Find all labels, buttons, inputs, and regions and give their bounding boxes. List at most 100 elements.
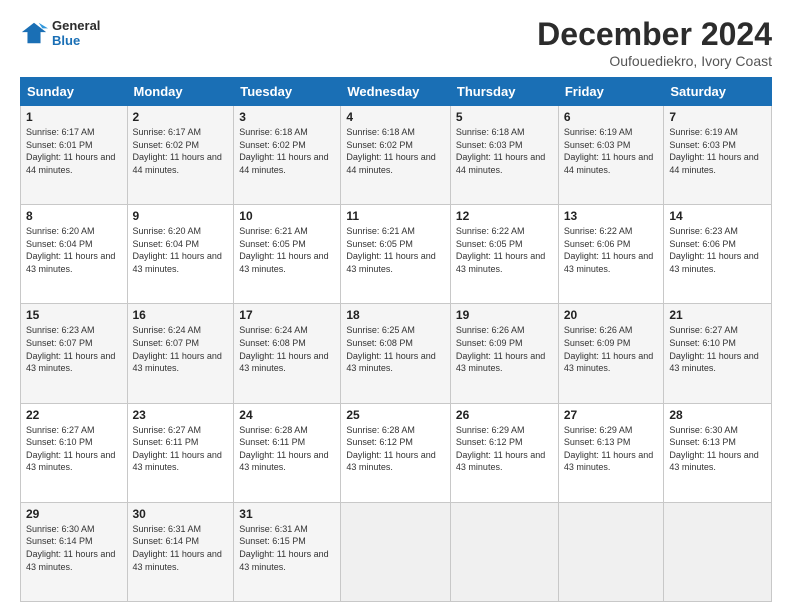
calendar-cell: 8Sunrise: 6:20 AMSunset: 6:04 PMDaylight… bbox=[21, 205, 128, 304]
day-number: 27 bbox=[564, 408, 659, 422]
calendar-cell: 25 Sunrise: 6:28 AMSunset: 6:12 PMDayligh… bbox=[341, 403, 451, 502]
calendar-cell: 31 Sunrise: 6:31 AMSunset: 6:15 PMDayligh… bbox=[234, 502, 341, 601]
calendar-cell: 22 Sunrise: 6:27 AMSunset: 6:10 PMDayligh… bbox=[21, 403, 128, 502]
calendar-cell: 20 Sunrise: 6:26 AMSunset: 6:09 PMDayligh… bbox=[558, 304, 664, 403]
calendar-cell: 4 Sunrise: 6:18 AMSunset: 6:02 PMDaylight… bbox=[341, 106, 451, 205]
week-row-2: 8 Sunrise: 6:20 AMSunset: 6:04 PMDaylight… bbox=[21, 205, 772, 304]
calendar-cell: 7Sunrise: 6:19 AMSunset: 6:03 PMDaylight… bbox=[664, 106, 772, 205]
calendar-cell: 30 Sunrise: 6:31 AMSunset: 6:14 PMDayligh… bbox=[127, 502, 234, 601]
day-number: 31 bbox=[239, 507, 335, 521]
day-number: 10 bbox=[239, 209, 335, 223]
month-title: December 2024 bbox=[537, 18, 772, 50]
day-number: 11 bbox=[346, 209, 445, 223]
calendar-cell: 24 Sunrise: 6:28 AMSunset: 6:11 PMDayligh… bbox=[234, 403, 341, 502]
day-number: 18 bbox=[346, 308, 445, 322]
location: Oufouediekro, Ivory Coast bbox=[537, 53, 772, 69]
top-section: General Blue December 2024 Oufouediekro,… bbox=[20, 18, 772, 69]
calendar-cell: 23 Sunrise: 6:27 AMSunset: 6:11 PMDayligh… bbox=[127, 403, 234, 502]
day-info: Sunrise: 6:31 AMSunset: 6:14 PMDaylight:… bbox=[133, 523, 229, 573]
day-info: Sunrise: 6:20 AMSunset: 6:04 PMDaylight:… bbox=[133, 225, 229, 275]
day-info: Sunrise: 6:27 AMSunset: 6:11 PMDaylight:… bbox=[133, 424, 229, 474]
calendar-cell: 10 Sunrise: 6:21 AMSunset: 6:05 PMDayligh… bbox=[234, 205, 341, 304]
calendar-cell: 19Sunrise: 6:26 AMSunset: 6:09 PMDayligh… bbox=[450, 304, 558, 403]
day-info: Sunrise: 6:22 AMSunset: 6:05 PMDaylight:… bbox=[456, 225, 553, 275]
day-number: 17 bbox=[239, 308, 335, 322]
calendar-cell: 6 Sunrise: 6:19 AMSunset: 6:03 PMDaylight… bbox=[558, 106, 664, 205]
calendar-cell: 12 Sunrise: 6:22 AMSunset: 6:05 PMDayligh… bbox=[450, 205, 558, 304]
logo-text: General Blue bbox=[52, 18, 100, 48]
header-monday: Monday bbox=[127, 78, 234, 106]
calendar-cell bbox=[450, 502, 558, 601]
title-section: December 2024 Oufouediekro, Ivory Coast bbox=[537, 18, 772, 69]
calendar-cell: 15 Sunrise: 6:23 AMSunset: 6:07 PMDayligh… bbox=[21, 304, 128, 403]
calendar-cell: 16 Sunrise: 6:24 AMSunset: 6:07 PMDayligh… bbox=[127, 304, 234, 403]
day-number: 2 bbox=[133, 110, 229, 124]
calendar-cell: 28 Sunrise: 6:30 AMSunset: 6:13 PMDayligh… bbox=[664, 403, 772, 502]
day-info: Sunrise: 6:24 AMSunset: 6:08 PMDaylight:… bbox=[239, 324, 335, 374]
day-info: Sunrise: 6:28 AMSunset: 6:12 PMDaylight:… bbox=[346, 424, 445, 474]
day-number: 6 bbox=[564, 110, 659, 124]
day-info: Sunrise: 6:22 AMSunset: 6:06 PMDaylight:… bbox=[564, 225, 659, 275]
day-number: 1 bbox=[26, 110, 122, 124]
day-info: Sunrise: 6:30 AMSunset: 6:14 PMDaylight:… bbox=[26, 523, 122, 573]
day-number: 8 bbox=[26, 209, 122, 223]
day-info: Sunrise: 6:17 AMSunset: 6:01 PMDaylight:… bbox=[26, 126, 122, 176]
day-info: Sunrise: 6:18 AMSunset: 6:02 PMDaylight:… bbox=[346, 126, 445, 176]
day-number: 30 bbox=[133, 507, 229, 521]
day-info: Sunrise: 6:31 AMSunset: 6:15 PMDaylight:… bbox=[239, 523, 335, 573]
day-info: Sunrise: 6:24 AMSunset: 6:07 PMDaylight:… bbox=[133, 324, 229, 374]
day-number: 4 bbox=[346, 110, 445, 124]
calendar-cell: 26Sunrise: 6:29 AMSunset: 6:12 PMDayligh… bbox=[450, 403, 558, 502]
day-info: Sunrise: 6:25 AMSunset: 6:08 PMDaylight:… bbox=[346, 324, 445, 374]
day-number: 9 bbox=[133, 209, 229, 223]
calendar-cell: 9 Sunrise: 6:20 AMSunset: 6:04 PMDaylight… bbox=[127, 205, 234, 304]
logo-icon bbox=[20, 19, 48, 47]
day-number: 20 bbox=[564, 308, 659, 322]
day-info: Sunrise: 6:23 AMSunset: 6:06 PMDaylight:… bbox=[669, 225, 766, 275]
day-number: 12 bbox=[456, 209, 553, 223]
logo: General Blue bbox=[20, 18, 100, 48]
header-tuesday: Tuesday bbox=[234, 78, 341, 106]
day-number: 25 bbox=[346, 408, 445, 422]
day-info: Sunrise: 6:27 AMSunset: 6:10 PMDaylight:… bbox=[669, 324, 766, 374]
calendar-cell: 11 Sunrise: 6:21 AMSunset: 6:05 PMDayligh… bbox=[341, 205, 451, 304]
header-wednesday: Wednesday bbox=[341, 78, 451, 106]
day-number: 14 bbox=[669, 209, 766, 223]
header-row: Sunday Monday Tuesday Wednesday Thursday… bbox=[21, 78, 772, 106]
day-info: Sunrise: 6:26 AMSunset: 6:09 PMDaylight:… bbox=[564, 324, 659, 374]
day-number: 15 bbox=[26, 308, 122, 322]
day-number: 29 bbox=[26, 507, 122, 521]
day-info: Sunrise: 6:19 AMSunset: 6:03 PMDaylight:… bbox=[669, 126, 766, 176]
day-info: Sunrise: 6:28 AMSunset: 6:11 PMDaylight:… bbox=[239, 424, 335, 474]
day-number: 16 bbox=[133, 308, 229, 322]
day-number: 21 bbox=[669, 308, 766, 322]
day-info: Sunrise: 6:29 AMSunset: 6:13 PMDaylight:… bbox=[564, 424, 659, 474]
day-number: 24 bbox=[239, 408, 335, 422]
calendar-table: Sunday Monday Tuesday Wednesday Thursday… bbox=[20, 77, 772, 602]
calendar-cell: 21 Sunrise: 6:27 AMSunset: 6:10 PMDayligh… bbox=[664, 304, 772, 403]
day-info: Sunrise: 6:18 AMSunset: 6:02 PMDaylight:… bbox=[239, 126, 335, 176]
day-info: Sunrise: 6:21 AMSunset: 6:05 PMDaylight:… bbox=[239, 225, 335, 275]
header-saturday: Saturday bbox=[664, 78, 772, 106]
day-number: 23 bbox=[133, 408, 229, 422]
header-sunday: Sunday bbox=[21, 78, 128, 106]
day-number: 28 bbox=[669, 408, 766, 422]
day-number: 19 bbox=[456, 308, 553, 322]
calendar-cell: 29 Sunrise: 6:30 AMSunset: 6:14 PMDayligh… bbox=[21, 502, 128, 601]
day-info: Sunrise: 6:23 AMSunset: 6:07 PMDaylight:… bbox=[26, 324, 122, 374]
day-number: 22 bbox=[26, 408, 122, 422]
day-info: Sunrise: 6:21 AMSunset: 6:05 PMDaylight:… bbox=[346, 225, 445, 275]
calendar-cell: 27 Sunrise: 6:29 AMSunset: 6:13 PMDayligh… bbox=[558, 403, 664, 502]
day-info: Sunrise: 6:27 AMSunset: 6:10 PMDaylight:… bbox=[26, 424, 122, 474]
calendar-cell: 2Sunrise: 6:17 AMSunset: 6:02 PMDaylight… bbox=[127, 106, 234, 205]
header-friday: Friday bbox=[558, 78, 664, 106]
calendar-cell: 1 Sunrise: 6:17 AMSunset: 6:01 PMDaylight… bbox=[21, 106, 128, 205]
week-row-1: 1 Sunrise: 6:17 AMSunset: 6:01 PMDaylight… bbox=[21, 106, 772, 205]
day-info: Sunrise: 6:19 AMSunset: 6:03 PMDaylight:… bbox=[564, 126, 659, 176]
calendar-cell bbox=[558, 502, 664, 601]
day-info: Sunrise: 6:30 AMSunset: 6:13 PMDaylight:… bbox=[669, 424, 766, 474]
day-info: Sunrise: 6:18 AMSunset: 6:03 PMDaylight:… bbox=[456, 126, 553, 176]
calendar-cell bbox=[664, 502, 772, 601]
calendar-cell: 5Sunrise: 6:18 AMSunset: 6:03 PMDaylight… bbox=[450, 106, 558, 205]
day-number: 13 bbox=[564, 209, 659, 223]
